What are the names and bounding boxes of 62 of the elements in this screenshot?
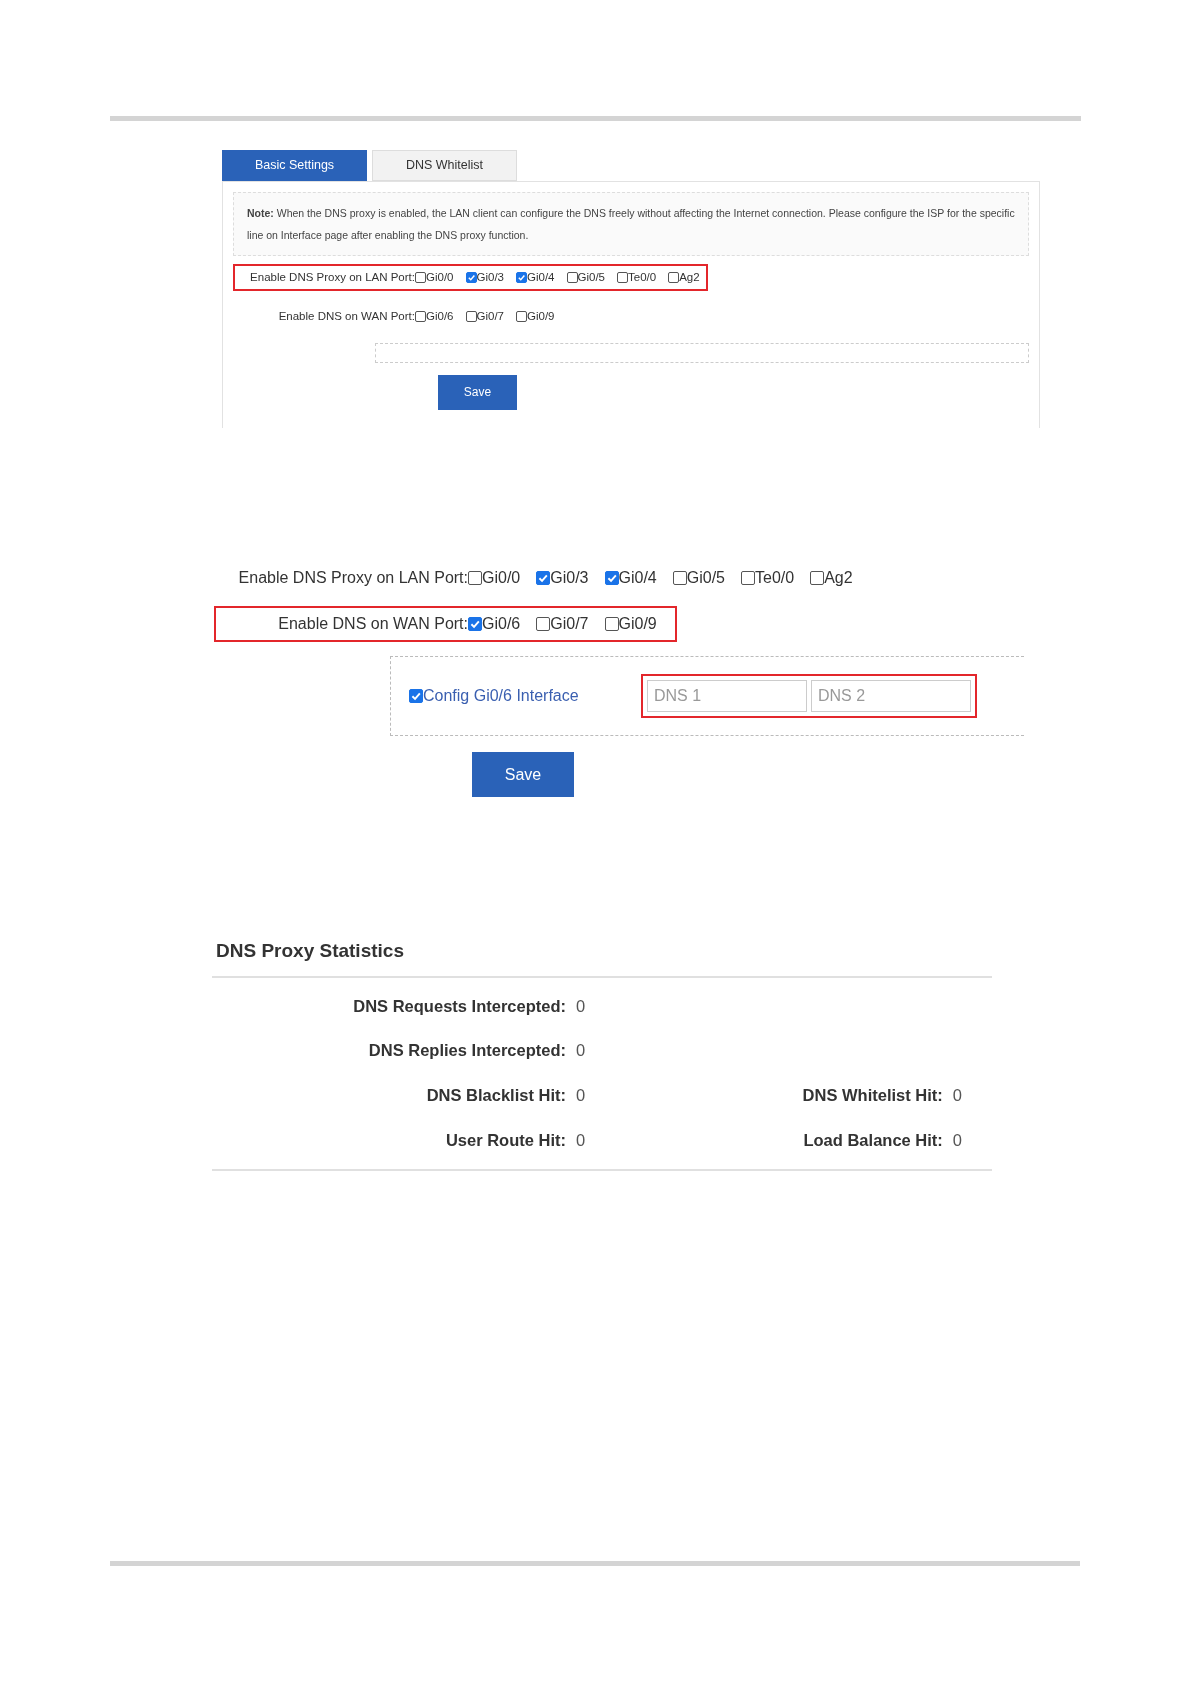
port-label: Te0/0 bbox=[755, 568, 795, 588]
stat-value: 0 bbox=[952, 1085, 962, 1106]
checkbox[interactable] bbox=[604, 617, 619, 631]
dns-input-field[interactable]: DNS 2 bbox=[811, 680, 971, 712]
stat-label: DNS Requests Intercepted: bbox=[352, 995, 566, 1017]
checkbox[interactable] bbox=[536, 571, 551, 585]
checkbox[interactable] bbox=[516, 272, 527, 284]
checkbox[interactable] bbox=[465, 311, 477, 323]
stat-label: User Route Hit: bbox=[444, 1129, 566, 1151]
port-label: Gi0/9 bbox=[618, 614, 657, 634]
save-button[interactable]: Save bbox=[472, 752, 574, 797]
port-label: Ag2 bbox=[824, 568, 853, 588]
checkbox[interactable] bbox=[617, 272, 628, 284]
stat-label: DNS Whitelist Hit: bbox=[801, 1085, 943, 1106]
port-label: Gi0/0 bbox=[482, 568, 521, 588]
checkbox[interactable] bbox=[516, 311, 527, 323]
dns-input-field[interactable]: DNS 1 bbox=[647, 680, 807, 712]
tab[interactable]: DNS Whitelist bbox=[372, 150, 517, 181]
port-label: Te0/0 bbox=[628, 270, 657, 285]
port-label: Ag2 bbox=[679, 270, 700, 285]
port-label: Gi0/5 bbox=[577, 270, 605, 285]
checkbox[interactable] bbox=[415, 311, 426, 323]
checkbox[interactable] bbox=[468, 571, 482, 585]
field-label: Enable DNS Proxy on LAN Port: bbox=[237, 568, 468, 588]
checkbox[interactable] bbox=[566, 272, 578, 284]
checkbox[interactable] bbox=[810, 571, 825, 585]
field-label: Enable DNS on WAN Port: bbox=[277, 309, 415, 325]
port-label: Gi0/7 bbox=[550, 614, 589, 634]
stat-label: DNS Blacklist Hit: bbox=[425, 1085, 566, 1106]
checkbox[interactable] bbox=[741, 571, 755, 585]
port-label: Gi0/4 bbox=[527, 270, 555, 285]
port-label: Gi0/3 bbox=[476, 270, 504, 285]
section-title: DNS Proxy Statistics bbox=[215, 939, 405, 963]
port-label: Gi0/6 bbox=[426, 309, 454, 325]
stat-label: Load Balance Hit: bbox=[802, 1129, 943, 1151]
stat-value: 0 bbox=[576, 1040, 586, 1062]
checkbox[interactable] bbox=[668, 272, 680, 284]
port-label: Gi0/0 bbox=[426, 270, 454, 285]
stat-value: 0 bbox=[576, 995, 586, 1017]
stat-value: 0 bbox=[576, 1085, 586, 1106]
port-label: Gi0/7 bbox=[476, 309, 504, 325]
checkbox[interactable] bbox=[409, 689, 423, 703]
tab[interactable]: Basic Settings bbox=[222, 150, 367, 181]
stat-label: DNS Replies Intercepted: bbox=[367, 1040, 566, 1062]
port-label: Gi0/5 bbox=[686, 568, 725, 588]
checkbox[interactable] bbox=[536, 617, 551, 631]
port-label: Gi0/4 bbox=[618, 568, 657, 588]
checkbox[interactable] bbox=[672, 571, 687, 585]
save-button[interactable]: Save bbox=[438, 374, 517, 410]
port-label: Gi0/3 bbox=[550, 568, 589, 588]
port-label: Gi0/9 bbox=[527, 309, 555, 325]
note-text: Note: When the DNS proxy is enabled, the LAN client can configure the DNS freely without affecting the Internet connection. Please configure the ISP for the specific line on Interface page after enabling the DNS proxy function. bbox=[247, 206, 1015, 243]
stat-value: 0 bbox=[952, 1129, 962, 1151]
checkbox[interactable] bbox=[468, 617, 482, 631]
field-label: Enable DNS Proxy on LAN Port: bbox=[249, 270, 415, 285]
port-label: Gi0/6 bbox=[482, 614, 521, 634]
stat-value: 0 bbox=[576, 1129, 586, 1151]
checkbox[interactable] bbox=[465, 272, 477, 284]
field-label: Enable DNS on WAN Port: bbox=[277, 614, 468, 634]
checkbox[interactable] bbox=[415, 272, 426, 284]
checkbox[interactable] bbox=[604, 571, 619, 585]
config-label: Config Gi0/6 Interface bbox=[423, 686, 579, 706]
